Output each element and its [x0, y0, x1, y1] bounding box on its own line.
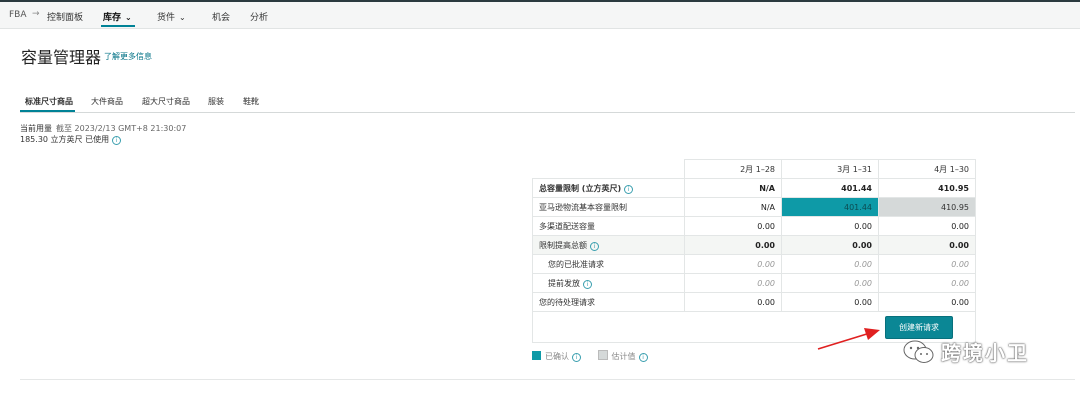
legend: 已确认 i 估计值 i [532, 350, 662, 362]
column-header: 2月 1–28 [684, 159, 782, 179]
cell-value: 0.00 [878, 235, 976, 255]
table-row: 提前发放 i 0.00 0.00 0.00 [532, 273, 976, 293]
chevron-down-icon: ⌄ [179, 13, 186, 22]
product-size-tabs: 标准尺寸商品 大件商品 超大尺寸商品 服装 鞋靴 [20, 90, 1075, 113]
usage-value: 185.30 立方英尺 已使用 [20, 135, 110, 144]
info-icon[interactable]: i [572, 353, 581, 362]
legend-label: 已确认 [545, 352, 569, 361]
cell-value: 0.00 [781, 292, 879, 312]
table-header-blank [532, 159, 685, 179]
cell-value-confirmed: 401.44 [781, 197, 879, 217]
tab-oversize[interactable]: 大件商品 [91, 96, 123, 107]
cell-value: 0.00 [878, 273, 976, 293]
current-usage: 当前用量 截至 2023/2/13 GMT+8 21:30:07 185.30 立… [20, 123, 186, 145]
capacity-table: 2月 1–28 3月 1–31 4月 1–30 总容量限制 (立方英尺) i N/… [532, 159, 976, 343]
cell-value: 410.95 [878, 178, 976, 198]
table-row: 限制提高总额 i 0.00 0.00 0.00 [532, 235, 976, 255]
info-icon[interactable]: i [638, 353, 648, 362]
usage-label: 当前用量 [20, 124, 52, 133]
info-icon[interactable]: i [112, 136, 122, 145]
nav-inventory[interactable]: 库存 ⌄ [103, 10, 132, 23]
page-title: 容量管理器 [21, 48, 102, 67]
nav-inventory-label: 库存 [103, 13, 122, 23]
cell-value: 0.00 [684, 254, 782, 274]
nav-fba[interactable]: FBA [9, 10, 27, 20]
cell-value-estimated: 410.95 [878, 197, 976, 217]
cell-value: 0.00 [878, 254, 976, 274]
tab-apparel[interactable]: 服装 [208, 96, 224, 107]
cell-value: 0.00 [878, 292, 976, 312]
tab-footwear[interactable]: 鞋靴 [243, 96, 259, 107]
table-header-row: 2月 1–28 3月 1–31 4月 1–30 [532, 159, 976, 179]
legend-swatch-confirmed [532, 351, 541, 360]
tab-extra-large[interactable]: 超大尺寸商品 [142, 96, 190, 107]
row-label: 亚马逊物流基本容量限制 [532, 197, 685, 217]
cell-value: 401.44 [781, 178, 879, 198]
tab-standard-size[interactable]: 标准尺寸商品 [25, 96, 73, 107]
cell-value: 0.00 [684, 292, 782, 312]
create-new-request-button[interactable]: 创建新请求 [885, 315, 953, 339]
table-row: 总容量限制 (立方英尺) i N/A 401.44 410.95 [532, 178, 976, 198]
nav-dashboard[interactable]: 控制面板 [47, 10, 83, 23]
table-action-row: 创建新请求 [532, 311, 976, 343]
row-label: 多渠道配送容量 [532, 216, 685, 236]
legend-estimated: 估计值 i [597, 350, 648, 362]
row-label-text: 提前发放 [548, 278, 580, 288]
active-tab-underline [20, 110, 75, 112]
table-row: 您的已批准请求 0.00 0.00 0.00 [532, 254, 976, 274]
nav-active-underline [101, 25, 135, 27]
nav-analytics[interactable]: 分析 [250, 10, 268, 23]
column-header: 4月 1–30 [878, 159, 976, 179]
row-label: 提前发放 i [532, 273, 685, 293]
row-label: 限制提高总额 i [532, 235, 685, 255]
table-row: 您的待处理请求 0.00 0.00 0.00 [532, 292, 976, 312]
cell-value: 0.00 [781, 235, 879, 255]
nav-arrow-icon: → [32, 9, 40, 19]
row-label-text: 总容量限制 (立方英尺) [539, 183, 622, 193]
bottom-divider [20, 379, 1075, 380]
column-header: 3月 1–31 [781, 159, 879, 179]
cell-value: 0.00 [878, 216, 976, 236]
cell-value: 0.00 [684, 273, 782, 293]
chevron-down-icon: ⌄ [125, 13, 132, 22]
info-icon[interactable]: i [590, 241, 599, 251]
row-label-text: 限制提高总额 [539, 240, 587, 250]
cell-value: 0.00 [781, 254, 879, 274]
usage-timestamp: 截至 2023/2/13 GMT+8 21:30:07 [56, 124, 187, 133]
row-label: 总容量限制 (立方英尺) i [532, 178, 685, 198]
top-nav: FBA → 控制面板 库存 ⌄ 货件 ⌄ 机会 分析 [0, 2, 1080, 29]
legend-swatch-estimated [597, 350, 608, 360]
row-label: 您的待处理请求 [532, 292, 685, 312]
info-icon[interactable]: i [583, 279, 592, 289]
cell-value: N/A [684, 178, 782, 198]
row-label: 您的已批准请求 [532, 254, 685, 274]
nav-pricing[interactable]: 货件 ⌄ [157, 10, 186, 23]
button-cell: 创建新请求 [532, 311, 976, 343]
cell-value: N/A [684, 197, 782, 217]
table-row: 亚马逊物流基本容量限制 N/A 401.44 410.95 [532, 197, 976, 217]
cell-value: 0.00 [684, 235, 782, 255]
info-icon[interactable]: i [624, 184, 634, 194]
watermark-text: 跨境小卫 [941, 341, 1029, 365]
nav-opportunities[interactable]: 机会 [212, 10, 230, 23]
legend-label: 估计值 [611, 352, 636, 361]
cell-value: 0.00 [781, 216, 879, 236]
learn-more-link[interactable]: 了解更多信息 [104, 51, 152, 62]
cell-value: 0.00 [781, 273, 879, 293]
legend-confirmed: 已确认 i [532, 351, 581, 362]
wechat-logo-icon [903, 340, 934, 363]
cell-value: 0.00 [684, 216, 782, 236]
nav-pricing-label: 货件 [157, 13, 176, 23]
table-row: 多渠道配送容量 0.00 0.00 0.00 [532, 216, 976, 236]
